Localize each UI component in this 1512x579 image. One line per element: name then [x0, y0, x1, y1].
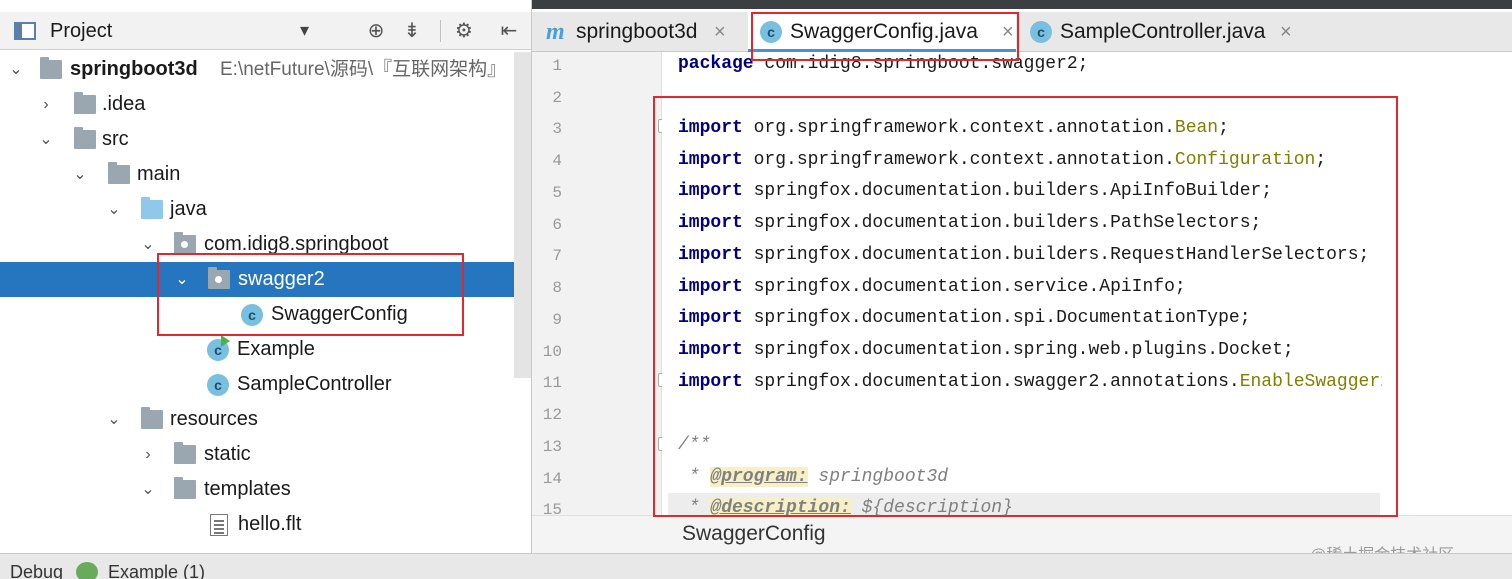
chevron-down-icon[interactable]: ⌄: [138, 227, 158, 262]
folder-icon: [74, 127, 96, 149]
annotation-box-tab: [751, 12, 1019, 61]
tree-row-example[interactable]: c Example: [0, 332, 531, 367]
line-number-gutter: 1 2 3 4 5 6 7 8 9 10 11 12 13 14 15: [532, 52, 662, 519]
tab-springboot3d[interactable]: m springboot3d ×: [532, 12, 744, 52]
project-view-selector[interactable]: Project: [50, 20, 112, 43]
hide-panel-icon[interactable]: ⇤: [497, 19, 521, 43]
line-number: 12: [542, 406, 562, 424]
source-folder-icon: [141, 197, 163, 219]
line-number: 14: [542, 470, 562, 488]
tab-label: SampleController.java: [1060, 20, 1266, 43]
line-number: 6: [552, 216, 562, 234]
tree-item-label: main: [137, 163, 181, 185]
tree-row-samplecontroller[interactable]: c SampleController: [0, 367, 531, 402]
chevron-right-icon[interactable]: ›: [36, 87, 56, 122]
close-icon[interactable]: ×: [714, 12, 726, 52]
line-number: 3: [552, 120, 562, 138]
resources-folder-icon: [141, 407, 163, 429]
breadcrumb[interactable]: SwaggerConfig: [682, 522, 826, 546]
tree-row-java[interactable]: ⌄ java: [0, 192, 531, 227]
tree-item-label: java: [170, 198, 207, 220]
editor-right-margin: [1382, 52, 1512, 515]
line-number: 8: [552, 279, 562, 297]
tree-item-label: springboot3d: [70, 58, 198, 80]
tree-item-label: resources: [170, 408, 258, 430]
run-config-tab[interactable]: Example (1): [108, 562, 205, 579]
debug-tab[interactable]: Debug: [10, 562, 63, 579]
tree-row-main[interactable]: ⌄ main: [0, 157, 531, 192]
tree-item-label: hello.flt: [238, 513, 302, 535]
project-window-icon: [14, 21, 36, 41]
line-number: 11: [542, 374, 562, 392]
tree-row-src[interactable]: ⌄ src: [0, 122, 531, 157]
line-number: 7: [552, 247, 562, 265]
tree-item-label: SampleController: [237, 373, 392, 395]
module-folder-icon: [40, 57, 62, 79]
line-number: 2: [552, 89, 562, 107]
tree-row-templates[interactable]: ⌄ templates: [0, 472, 531, 507]
project-toolbar: Project ▾ ⊕ ⇟ ⚙ ⇤: [0, 12, 531, 50]
toolbar-divider: [440, 20, 441, 42]
class-icon: c: [1030, 21, 1052, 43]
maven-icon: m: [546, 19, 565, 45]
package-icon: [174, 232, 196, 254]
chevron-down-icon[interactable]: ⌄: [6, 52, 26, 87]
chevron-down-icon[interactable]: ⌄: [70, 157, 90, 192]
chevron-down-icon[interactable]: ⌄: [36, 122, 56, 157]
tab-samplecontroller[interactable]: c SampleController.java ×: [1022, 12, 1306, 52]
line-number: 10: [542, 343, 562, 361]
tree-item-label: src: [102, 128, 129, 150]
tree-row-idea[interactable]: › .idea: [0, 87, 531, 122]
tree-row-static[interactable]: › static: [0, 437, 531, 472]
annotation-box-tree: [157, 253, 464, 336]
bottom-tool-bar: Debug Example (1): [0, 553, 1512, 579]
tree-item-path: E:\netFuture\源码\『互联网架构』: [220, 59, 507, 80]
line-number: 4: [552, 152, 562, 170]
line-number: 1: [552, 57, 562, 75]
chevron-down-icon[interactable]: ⌄: [104, 192, 124, 227]
tree-row-springboot3d[interactable]: ⌄ springboot3d E:\netFuture\源码\『互联网架构』: [0, 52, 531, 87]
chevron-down-icon[interactable]: ⌄: [138, 472, 158, 507]
chevron-right-icon[interactable]: ›: [138, 437, 158, 472]
editor-tab-bar: m springboot3d × c SwaggerConfig.java × …: [532, 12, 1512, 52]
text-file-icon: [210, 514, 228, 536]
class-icon: c: [207, 374, 229, 396]
chevron-down-icon[interactable]: ▾: [300, 20, 309, 41]
line-number: 9: [552, 311, 562, 329]
folder-icon: [174, 477, 196, 499]
locate-icon[interactable]: ⊕: [364, 19, 388, 43]
gear-icon[interactable]: ⚙: [452, 19, 476, 43]
close-icon[interactable]: ×: [1280, 12, 1292, 52]
chevron-down-icon[interactable]: ⌄: [104, 402, 124, 437]
spring-boot-icon: [76, 562, 98, 579]
folder-icon: [74, 92, 96, 114]
tree-item-label: templates: [204, 478, 291, 500]
tree-item-label: static: [204, 443, 251, 465]
tree-item-label: Example: [237, 338, 315, 360]
annotation-box-imports: [653, 96, 1398, 517]
runnable-class-icon: c: [207, 335, 230, 361]
line-number: 5: [552, 184, 562, 202]
line-number: 13: [542, 438, 562, 456]
collapse-all-icon[interactable]: ⇟: [400, 19, 424, 43]
folder-icon: [108, 162, 130, 184]
keyword: package: [678, 54, 754, 74]
tree-row-hello-flt[interactable]: hello.flt: [0, 507, 531, 542]
tab-label: springboot3d: [576, 20, 698, 43]
tree-item-label: .idea: [102, 93, 146, 115]
tree-row-resources[interactable]: ⌄ resources: [0, 402, 531, 437]
folder-icon: [174, 442, 196, 464]
tree-scrollbar[interactable]: [514, 52, 531, 378]
